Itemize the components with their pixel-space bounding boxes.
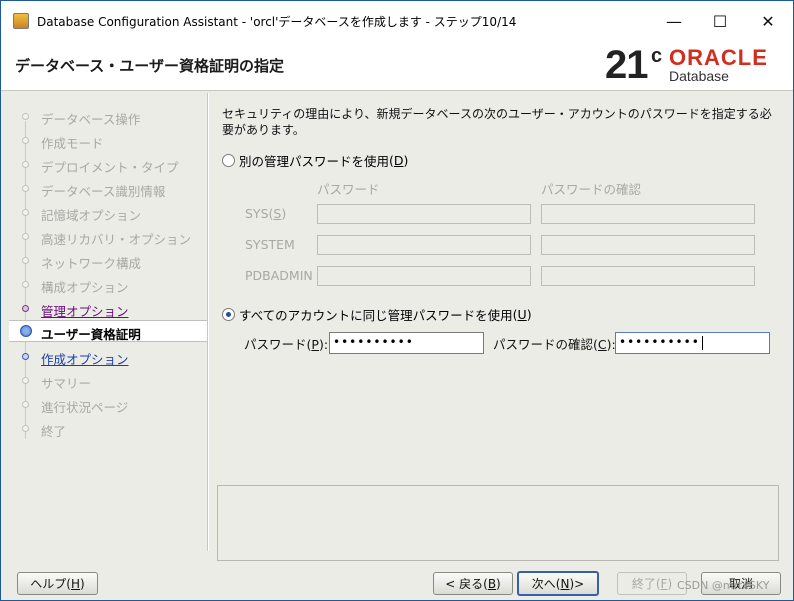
password-label: パスワード(P):: [244, 337, 329, 352]
nav-step-label: データベース操作: [41, 112, 141, 127]
password-input[interactable]: ••••••••••: [329, 332, 484, 354]
vertical-divider: [207, 93, 209, 551]
nav-step-label: 終了: [41, 424, 67, 439]
nav-step-1: データベース操作: [9, 106, 207, 128]
column-password-header: パスワード: [317, 182, 380, 197]
text-caret: [701, 335, 703, 350]
separate-password-label: 別の管理パスワードを使用: [239, 154, 390, 169]
close-button[interactable]: ✕: [743, 1, 793, 41]
step-indicator-icon: [22, 161, 29, 168]
nav-step-label: ネットワーク構成: [41, 256, 142, 271]
step-indicator-icon: [22, 137, 29, 144]
nav-step-9[interactable]: 管理オプション: [9, 298, 207, 320]
nav-step-2: 作成モード: [9, 130, 207, 152]
nav-step-5: 記憶域オプション: [9, 202, 207, 224]
separate-password-option[interactable]: 別の管理パスワードを使用(D): [222, 151, 408, 170]
watermark: CSDN @mrtxSKY: [677, 579, 770, 592]
nav-step-3: デプロイメント・タイプ: [9, 154, 207, 176]
nav-step-7: ネットワーク構成: [9, 250, 207, 272]
maximize-icon: ☐: [712, 11, 728, 31]
nav-step-4: データベース識別情報: [9, 178, 207, 200]
confirm-password-label: パスワードの確認(C):: [493, 337, 616, 352]
nav-step-label: 記憶域オプション: [41, 208, 142, 223]
window-controls: — ☐ ✕: [651, 1, 793, 41]
separate-password-radio[interactable]: [222, 154, 235, 167]
minimize-icon: —: [666, 11, 682, 31]
nav-step-8: 構成オプション: [9, 274, 207, 296]
step-indicator-icon: [22, 281, 29, 288]
step-indicator-icon: [20, 325, 32, 337]
intro-text: セキュリティの理由により、新規データベースの次のユーザー・アカウントのパスワード…: [222, 107, 772, 137]
same-password-radio[interactable]: [222, 308, 235, 321]
nav-step-label: ユーザー資格証明: [41, 327, 141, 342]
logo-version: 21: [605, 43, 648, 87]
nav-step-label: 構成オプション: [41, 280, 129, 295]
nav-step-label: 作成オプション: [41, 352, 129, 367]
nav-step-label: 作成モード: [41, 136, 104, 151]
step-indicator-icon: [22, 233, 29, 240]
nav-step-label: 管理オプション: [41, 304, 129, 319]
help-button[interactable]: ヘルプ(H): [17, 572, 98, 595]
same-password-option[interactable]: すべてのアカウントに同じ管理パスワードを使用(U): [222, 305, 532, 324]
logo-version-suffix: c: [651, 45, 663, 67]
nav-step-label: 進行状況ページ: [41, 400, 129, 415]
step-indicator-icon: [22, 113, 29, 120]
step-indicator-icon: [22, 401, 29, 408]
next-button[interactable]: 次へ(N) >: [517, 571, 599, 596]
app-icon: [13, 13, 29, 29]
close-icon: ✕: [761, 11, 775, 31]
nav-step-label: 高速リカバリ・オプション: [41, 232, 192, 247]
nav-step-13: 進行状況ページ: [9, 394, 207, 416]
message-area: [217, 485, 779, 561]
column-confirm-header: パスワードの確認: [541, 182, 642, 197]
system-password-field[interactable]: [317, 235, 531, 255]
logo-subtitle: Database: [669, 68, 729, 84]
step-indicator-icon: [22, 185, 29, 192]
header-banner: データベース・ユーザー資格証明の指定 21 c ORACLE Database: [1, 41, 793, 91]
page-title: データベース・ユーザー資格証明の指定: [15, 57, 284, 75]
nav-step-label: サマリー: [41, 376, 92, 391]
back-button[interactable]: < 戻る(B): [433, 572, 513, 595]
step-indicator-icon: [22, 425, 29, 432]
dbca-window: Database Configuration Assistant - 'orcl…: [0, 0, 794, 601]
same-password-mnemonic: U: [517, 307, 527, 322]
minimize-button[interactable]: —: [651, 1, 697, 41]
nav-step-11[interactable]: 作成オプション: [9, 346, 207, 368]
sys-password-field[interactable]: [317, 204, 531, 224]
nav-step-label: デプロイメント・タイプ: [41, 160, 179, 175]
window-title: Database Configuration Assistant - 'orcl…: [37, 14, 517, 29]
confirm-password-input[interactable]: ••••••••••: [615, 332, 770, 354]
nav-step-label: データベース識別情報: [41, 184, 166, 199]
pdbadmin-confirm-field[interactable]: [541, 266, 755, 286]
maximize-button[interactable]: ☐: [697, 1, 743, 41]
title-bar: Database Configuration Assistant - 'orcl…: [1, 1, 793, 41]
sys-confirm-field[interactable]: [541, 204, 755, 224]
nav-step-6: 高速リカバリ・オプション: [9, 226, 207, 248]
nav-step-12: サマリー: [9, 370, 207, 392]
step-indicator-icon: [22, 257, 29, 264]
step-navigation: データベース操作 作成モードデプロイメント・タイプ データベース識別情報 記憶域オプシ…: [9, 97, 207, 547]
step-indicator-icon: [22, 305, 29, 312]
pdbadmin-row-label: PDBADMIN: [245, 268, 313, 283]
separate-password-mnemonic: D: [393, 153, 404, 168]
system-confirm-field[interactable]: [541, 235, 755, 255]
step-indicator-icon: [22, 209, 29, 216]
same-password-label: すべてのアカウントに同じ管理パスワードを使用: [239, 308, 513, 323]
pdbadmin-password-field[interactable]: [317, 266, 531, 286]
system-row-label: SYSTEM: [245, 237, 295, 252]
step-indicator-icon: [22, 377, 29, 384]
step-indicator-icon: [22, 353, 29, 360]
nav-step-14: 終了: [9, 418, 207, 440]
nav-step-10: ユーザー資格証明: [9, 320, 207, 342]
sys-row-label: SYS(S): [245, 206, 287, 221]
